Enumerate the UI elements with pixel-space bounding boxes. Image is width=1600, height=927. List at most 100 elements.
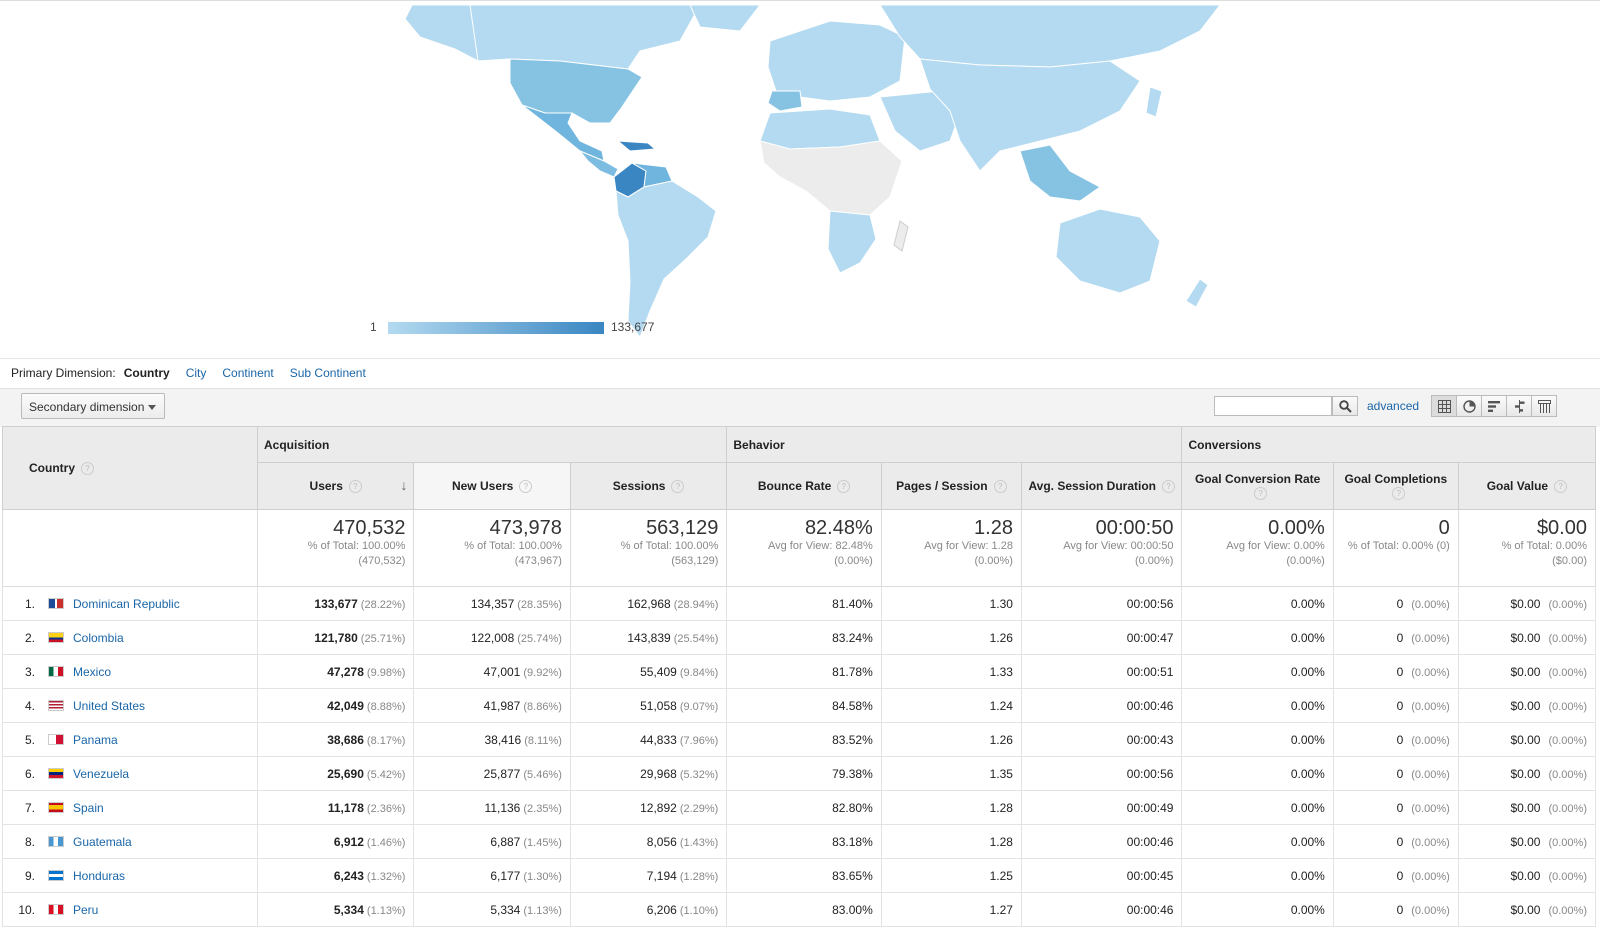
map-region-japan[interactable] — [1145, 86, 1163, 118]
column-header-avg-session-duration[interactable]: Avg. Session Duration? — [1020, 462, 1183, 510]
country-link[interactable]: Peru — [73, 903, 98, 917]
row-number: 6. — [24, 766, 35, 781]
country-flag-icon — [48, 631, 64, 643]
map-region-africa-north[interactable] — [759, 108, 881, 150]
report-table: Country? Acquisition Behavior Conversion… — [2, 426, 1597, 927]
column-header-pages-session[interactable]: Pages / Session? — [880, 462, 1022, 510]
map-region-africa-central[interactable] — [759, 140, 903, 216]
country-link[interactable]: Colombia — [73, 631, 124, 645]
view-pie-button[interactable] — [1456, 395, 1482, 417]
help-icon[interactable]: ? — [671, 480, 685, 494]
help-icon[interactable]: ? — [1162, 480, 1176, 494]
map-region-madagascar[interactable] — [893, 220, 909, 252]
country-link[interactable]: United States — [73, 699, 145, 713]
map-region-europe[interactable] — [767, 20, 906, 102]
country-cell: 5. Panama — [2, 722, 258, 757]
map-region-new-zealand[interactable] — [1185, 278, 1209, 308]
new-users-cell: 6,177 (1.30%) — [413, 858, 571, 893]
users-cell: 6,912 (1.46%) — [256, 824, 415, 859]
country-flag-icon — [48, 597, 64, 609]
column-header-sessions[interactable]: Sessions? — [569, 462, 728, 510]
country-link[interactable]: Spain — [73, 801, 104, 815]
bounce-rate-cell: 84.58% — [726, 688, 882, 723]
row-number: 1. — [24, 596, 35, 611]
comparison-icon — [1515, 400, 1525, 413]
map-region-alaska[interactable] — [404, 4, 479, 62]
table-row[interactable]: 2. Colombia 121,780 (25.71%) 122,008 (25.74%)… — [2, 620, 1597, 655]
map-region-greenland[interactable] — [689, 4, 762, 32]
help-icon[interactable]: ? — [1254, 487, 1268, 501]
geo-map[interactable]: 1 133,677 — [0, 0, 1600, 359]
country-link[interactable]: Honduras — [73, 869, 125, 883]
advanced-filter-link[interactable]: advanced — [1367, 399, 1419, 413]
help-icon[interactable]: ? — [993, 480, 1007, 494]
bounce-rate-cell: 79.38% — [726, 756, 882, 791]
dimension-link-continent[interactable]: Continent — [222, 366, 273, 380]
table-search-input[interactable] — [1214, 396, 1332, 416]
country-cell: 8. Guatemala — [2, 824, 258, 859]
pages-session-cell: 1.24 — [880, 688, 1022, 723]
new-users-cell: 11,136 (2.35%) — [413, 790, 571, 825]
group-header-acquisition: Acquisition — [256, 426, 728, 463]
view-comparison-button[interactable] — [1506, 395, 1532, 417]
table-row[interactable]: 4. United States 42,049 (8.88%) 41,987 (8.86%… — [2, 688, 1597, 723]
column-header-goal-conversion-rate[interactable]: Goal Conversion Rate? — [1181, 462, 1334, 510]
column-header-bounce-rate[interactable]: Bounce Rate? — [726, 462, 882, 510]
country-link[interactable]: Dominican Republic — [73, 597, 180, 611]
map-region-southeast-asia[interactable] — [1019, 144, 1101, 202]
table-row[interactable]: 1. Dominican Republic 133,677 (28.22%) 134,3… — [2, 586, 1597, 621]
view-switcher — [1431, 395, 1557, 417]
view-pivot-button[interactable] — [1531, 395, 1557, 417]
map-region-united-states[interactable] — [509, 58, 643, 124]
new-users-cell: 6,887 (1.45%) — [413, 824, 571, 859]
table-row[interactable]: 8. Guatemala 6,912 (1.46%) 6,887 (1.45%) 8,056… — [2, 824, 1597, 859]
country-flag-icon — [48, 801, 64, 813]
table-row[interactable]: 10. Peru 5,334 (1.13%) 5,334 (1.13%) 6,206 (1.1… — [2, 892, 1597, 927]
map-region-south-america[interactable] — [615, 180, 717, 339]
help-icon[interactable]: ? — [1392, 487, 1406, 501]
help-icon[interactable]: ? — [1554, 480, 1568, 494]
column-header-goal-value[interactable]: Goal Value? — [1457, 462, 1597, 510]
view-table-button[interactable] — [1431, 395, 1457, 417]
table-row[interactable]: 6. Venezuela 25,690 (5.42%) 25,877 (5.46%) 29,… — [2, 756, 1597, 791]
pie-chart-icon — [1463, 400, 1476, 413]
dimension-link-city[interactable]: City — [186, 366, 207, 380]
help-icon[interactable]: ? — [519, 480, 533, 494]
table-row[interactable]: 9. Honduras 6,243 (1.32%) 6,177 (1.30%) 7,194(… — [2, 858, 1597, 893]
new-users-cell: 134,357 (28.35%) — [413, 586, 571, 621]
avg-duration-cell: 00:00:49 — [1020, 790, 1183, 825]
table-row[interactable]: 7. Spain 11,178 (2.36%) 11,136 (2.35%) 12,892(… — [2, 790, 1597, 825]
world-map-svg[interactable] — [0, 1, 1600, 358]
dimension-link-sub-continent[interactable]: Sub Continent — [290, 366, 366, 380]
total-avg-duration: 00:00:50 Avg for View: 00:00:50 (0.00%) — [1020, 509, 1183, 587]
table-row[interactable]: 5. Panama 38,686 (8.17%) 38,416 (8.11%) 44,833… — [2, 722, 1597, 757]
country-link[interactable]: Mexico — [73, 665, 111, 679]
column-header-users[interactable]: Users? ↓ — [256, 462, 415, 510]
help-icon[interactable]: ? — [81, 462, 94, 476]
column-header-new-users[interactable]: New Users? — [413, 462, 571, 510]
bounce-rate-cell: 81.78% — [726, 654, 882, 689]
map-region-russia[interactable] — [879, 4, 1222, 68]
map-region-australia[interactable] — [1055, 208, 1161, 294]
help-icon[interactable]: ? — [348, 480, 362, 494]
country-link[interactable]: Venezuela — [73, 767, 129, 781]
map-region-spain[interactable] — [767, 90, 803, 112]
total-pages-session: 1.28 Avg for View: 1.28 (0.00%) — [880, 509, 1022, 587]
total-bounce-rate: 82.48% Avg for View: 82.48% (0.00%) — [726, 509, 882, 587]
goal-completions-cell: 0 (0.00%) — [1332, 620, 1459, 655]
table-row[interactable]: 3. Mexico 47,278 (9.98%) 47,001 (9.92%) 55,409… — [2, 654, 1597, 689]
country-link[interactable]: Guatemala — [73, 835, 132, 849]
column-header-country[interactable]: Country? — [2, 426, 258, 510]
avg-duration-cell: 00:00:56 — [1020, 756, 1183, 791]
search-button[interactable] — [1332, 396, 1358, 416]
country-link[interactable]: Panama — [73, 733, 118, 747]
column-header-goal-completions[interactable]: Goal Completions? — [1332, 462, 1459, 510]
help-icon[interactable]: ? — [837, 480, 851, 494]
map-region-caribbean[interactable] — [616, 140, 657, 152]
map-region-africa-south[interactable] — [827, 210, 877, 274]
view-performance-button[interactable] — [1481, 395, 1507, 417]
total-new-users: 473,978% of Total: 100.00% (473,967) — [413, 509, 571, 587]
bounce-rate-cell: 83.18% — [726, 824, 882, 859]
secondary-dimension-dropdown[interactable]: Secondary dimension — [21, 393, 165, 419]
country-cell: 6. Venezuela — [2, 756, 258, 791]
